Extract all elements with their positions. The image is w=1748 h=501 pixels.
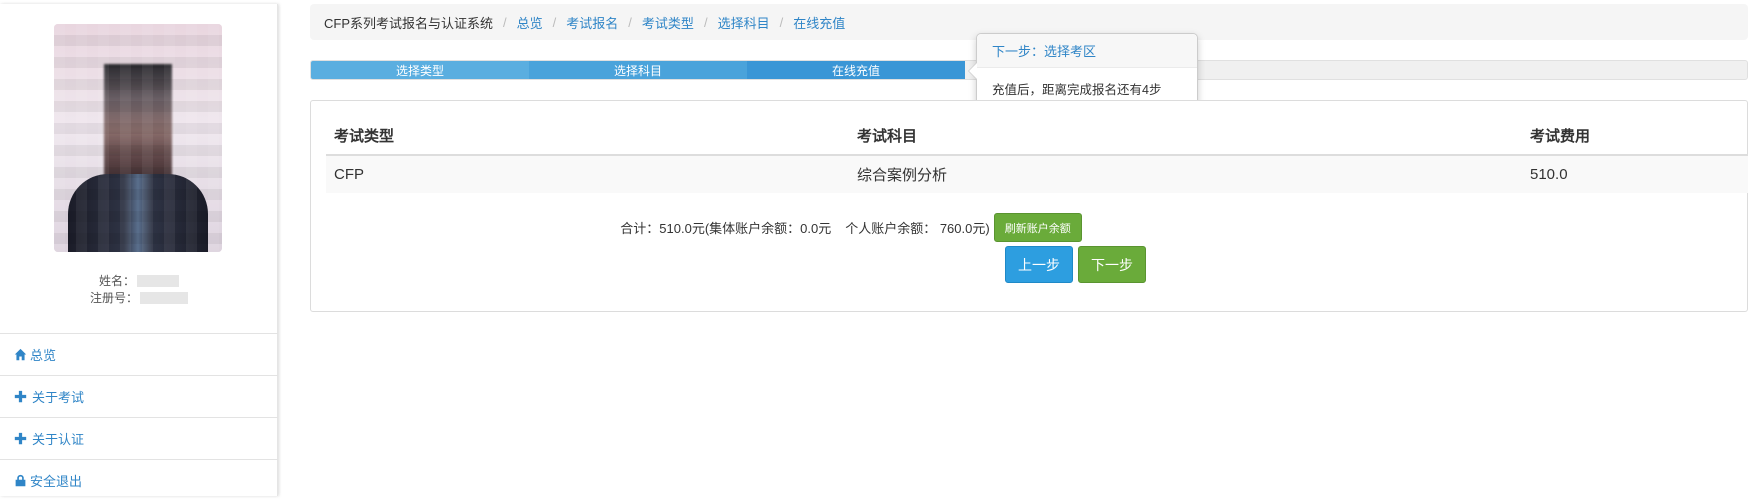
sidebar: 姓名： 注册号： 总览 关于考试 关于认证 安全退出 bbox=[0, 4, 278, 496]
sidebar-item-label: 关于认证 bbox=[32, 432, 85, 447]
breadcrumb-exam-type[interactable]: 考试类型 bbox=[642, 13, 694, 32]
cell-exam-fee: 510.0 bbox=[1522, 154, 1748, 193]
table-row: CFP 综合案例分析 510.0 bbox=[326, 154, 1748, 193]
breadcrumb-overview[interactable]: 总览 bbox=[517, 13, 543, 32]
prev-step-button[interactable]: 上一步 bbox=[1005, 246, 1073, 283]
step-select-type: 选择类型 bbox=[311, 61, 529, 79]
total-text: 合计：510.0元(集体账户余额：0.0元 bbox=[620, 221, 832, 236]
popover-title: 下一步：选择考区 bbox=[977, 34, 1197, 68]
breadcrumb-separator: / bbox=[779, 14, 784, 30]
sidebar-item-label: 关于考试 bbox=[32, 390, 85, 405]
cell-exam-subject: 综合案例分析 bbox=[849, 154, 1522, 193]
step-select-subject: 选择科目 bbox=[529, 61, 747, 79]
breadcrumb-exam-registration[interactable]: 考试报名 bbox=[566, 13, 618, 32]
reg-label: 注册号： bbox=[89, 291, 138, 305]
plus-icon bbox=[14, 432, 27, 445]
balance-summary: 合计：510.0元(集体账户余额：0.0元 个人账户余额： 760.0元) 刷新… bbox=[311, 213, 1391, 242]
next-step-button[interactable]: 下一步 bbox=[1078, 246, 1146, 283]
personal-balance-text: 个人账户余额： 760.0元) bbox=[845, 221, 990, 236]
breadcrumb-root: CFP系列考试报名与认证系统 bbox=[324, 15, 494, 31]
header-exam-fee: 考试费用 bbox=[1522, 117, 1748, 156]
breadcrumb-separator: / bbox=[552, 14, 557, 30]
name-value-redacted bbox=[137, 274, 179, 287]
name-label: 姓名： bbox=[98, 274, 135, 288]
plus-icon bbox=[14, 390, 27, 403]
breadcrumb-online-recharge[interactable]: 在线充值 bbox=[793, 13, 845, 32]
next-step-popover: 下一步：选择考区 充值后，距离完成报名还有4步 bbox=[968, 33, 1198, 108]
header-exam-subject: 考试科目 bbox=[849, 117, 1522, 156]
avatar bbox=[54, 24, 222, 252]
popover-arrow bbox=[968, 62, 977, 80]
sidebar-nav: 总览 关于考试 关于认证 安全退出 bbox=[0, 333, 278, 501]
lock-icon bbox=[15, 474, 26, 487]
header-exam-type: 考试类型 bbox=[326, 117, 849, 156]
sidebar-item-label: 安全退出 bbox=[30, 474, 83, 489]
profile-name-row: 姓名： bbox=[0, 272, 278, 289]
sidebar-item-label: 总览 bbox=[30, 348, 57, 363]
sidebar-item-overview[interactable]: 总览 bbox=[0, 333, 278, 375]
refresh-balance-button[interactable]: 刷新账户余额 bbox=[993, 213, 1082, 242]
breadcrumb-separator: / bbox=[503, 14, 507, 30]
home-icon bbox=[14, 348, 27, 361]
reg-value-redacted bbox=[140, 291, 188, 304]
step-online-recharge: 在线充值 bbox=[747, 61, 965, 79]
order-panel: 考试类型 考试科目 考试费用 CFP 综合案例分析 510.0 合计：510.0… bbox=[310, 100, 1748, 312]
sidebar-item-about-exam[interactable]: 关于考试 bbox=[0, 375, 278, 417]
breadcrumb-separator: / bbox=[703, 14, 708, 30]
profile-info: 姓名： 注册号： bbox=[0, 272, 278, 306]
sidebar-item-logout[interactable]: 安全退出 bbox=[0, 459, 278, 501]
step-buttons: 上一步 下一步 bbox=[1005, 246, 1146, 283]
breadcrumb-separator: / bbox=[628, 14, 632, 30]
profile-reg-row: 注册号： bbox=[0, 289, 278, 306]
breadcrumb-select-subject[interactable]: 选择科目 bbox=[718, 13, 770, 32]
sidebar-item-about-cert[interactable]: 关于认证 bbox=[0, 417, 278, 459]
order-table: 考试类型 考试科目 考试费用 CFP 综合案例分析 510.0 bbox=[326, 117, 1748, 193]
cell-exam-type: CFP bbox=[326, 154, 849, 193]
table-header-row: 考试类型 考试科目 考试费用 bbox=[326, 117, 1748, 156]
